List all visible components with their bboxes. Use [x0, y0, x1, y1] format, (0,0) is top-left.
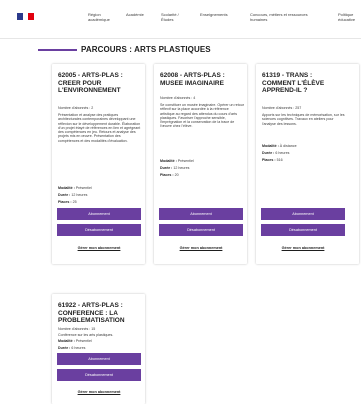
course-places: Places : 516: [262, 158, 283, 162]
course-modality: Modalité : Présentiel: [160, 159, 194, 163]
course-description: Se constituer un musée imaginaire. Opére…: [160, 103, 244, 129]
section-accent-bar: [38, 48, 77, 51]
nav-item-academie[interactable]: Académie: [126, 12, 144, 17]
subscribe-button[interactable]: Abonnement: [57, 208, 141, 220]
nav-item-region[interactable]: Région académique: [88, 12, 110, 22]
manage-subscription-link[interactable]: Gérer mon abonnement: [57, 390, 141, 394]
course-title: 62005 - ARTS-PLAS : CREER POUR L'ENVIRON…: [58, 72, 123, 94]
course-duration: Durée : 12 heures: [58, 193, 88, 197]
subscribe-button[interactable]: Abonnement: [261, 208, 345, 220]
course-duration: Durée : 12 heures: [160, 166, 190, 170]
course-description: Présentation et analyse des pratiques ar…: [58, 113, 141, 143]
course-description: Apports sur les techniques de mémorisati…: [262, 113, 345, 126]
unsubscribe-button[interactable]: Désabonnement: [261, 224, 345, 236]
section-title: PARCOURS : ARTS PLASTIQUES: [81, 45, 211, 54]
nav-item-concours[interactable]: Concours, métiers et ressources humaines: [250, 12, 308, 22]
unsubscribe-button[interactable]: Désabonnement: [57, 369, 141, 381]
subscribers-count: Nombre d'abonnés : 15: [58, 327, 96, 331]
unsubscribe-button[interactable]: Désabonnement: [159, 224, 243, 236]
section-header: PARCOURS : ARTS PLASTIQUES: [38, 45, 211, 54]
course-duration: Durée : 6 heures: [58, 346, 86, 350]
course-places: Places : 20: [160, 173, 179, 177]
site-header: Région académique Académie Scolarité / É…: [0, 0, 361, 39]
course-modality: Modalité : Présentiel: [58, 186, 92, 190]
subscribers-count: Nombre d'abonnés : 2: [58, 106, 94, 110]
course-modality: Modalité : À distance: [262, 144, 297, 148]
course-places: Places : 25: [58, 200, 77, 204]
course-card: 61319 - TRANS : COMMENT L'ÉLÈVE APPREND-…: [256, 64, 359, 264]
subscribers-count: Nombre d'abonnés : 4: [160, 96, 196, 100]
course-title: 62008 - ARTS-PLAS : MUSEE IMAGINAIRE: [160, 72, 225, 87]
subscribers-count: Nombre d'abonnés : 257: [262, 106, 302, 110]
nav-item-enseignements[interactable]: Enseignements: [200, 12, 228, 17]
manage-subscription-link[interactable]: Gérer mon abonnement: [57, 246, 141, 250]
subscribe-button[interactable]: Abonnement: [57, 353, 141, 365]
manage-subscription-link[interactable]: Gérer mon abonnement: [261, 246, 345, 250]
course-card: 61922 - ARTS-PLAS : CONFERENCE : LA PROB…: [52, 294, 145, 404]
unsubscribe-button[interactable]: Désabonnement: [57, 224, 141, 236]
course-title: 61922 - ARTS-PLAS : CONFERENCE : LA PROB…: [58, 302, 125, 324]
subscribe-button[interactable]: Abonnement: [159, 208, 243, 220]
nav-item-scolarite[interactable]: Scolarité / Études: [161, 12, 179, 22]
main-navigation: Région académique Académie Scolarité / É…: [0, 12, 361, 32]
course-modality: Modalité : Présentiel: [58, 339, 92, 343]
nav-item-politique[interactable]: Politique éducative: [338, 12, 355, 22]
course-card: 62008 - ARTS-PLAS : MUSEE IMAGINAIRE Nom…: [154, 64, 247, 264]
course-title: 61319 - TRANS : COMMENT L'ÉLÈVE APPREND-…: [262, 72, 325, 94]
manage-subscription-link[interactable]: Gérer mon abonnement: [159, 246, 243, 250]
course-duration: Durée : 6 heures: [262, 151, 290, 155]
course-description: Conférence sur les arts plastiques.: [58, 333, 114, 337]
course-card: 62005 - ARTS-PLAS : CREER POUR L'ENVIRON…: [52, 64, 145, 264]
